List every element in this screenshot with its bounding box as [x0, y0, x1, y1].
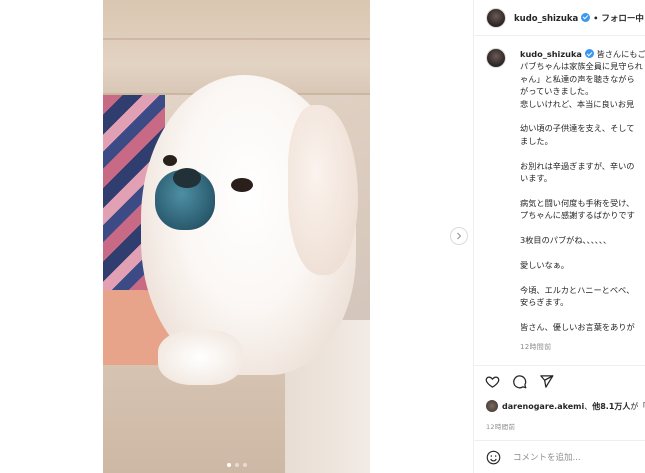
caption-line: ゃん」と私達の声を聴きながら: [520, 73, 635, 84]
caption-line: います。: [520, 173, 552, 184]
separator-dot: •: [593, 13, 599, 23]
likes-suffix: が「: [630, 401, 645, 411]
caption-line: 今頃、エルカとハニーとベベ、: [520, 284, 635, 295]
carousel-indicator: [103, 463, 370, 467]
caption-line: 病気と闘い何度も手術を受け、: [520, 197, 635, 208]
caption-line: 愛しいなぁ。: [520, 259, 569, 270]
caption-line: 3枚目のパブがね、、、、、、: [520, 235, 612, 246]
caption-timestamp: 12時間前: [520, 343, 552, 352]
liker-username[interactable]: darenogare.akemi: [502, 402, 584, 411]
caption-line: 悲しいけれど、本当に良いお見: [520, 98, 635, 109]
add-comment-bar: コメントを追加...: [474, 440, 645, 473]
caption-line: プちゃんに感謝するばかりです: [520, 210, 635, 221]
avatar[interactable]: [486, 7, 506, 28]
likes-count[interactable]: 他8.1万人: [592, 401, 630, 412]
seat-stitch-line: [103, 38, 370, 40]
caption-line: お別れは辛過ぎますが、辛いの: [520, 160, 635, 171]
dog-ear: [288, 105, 358, 275]
post-header: kudo_shizuka • フォロー中: [474, 0, 645, 36]
dog-nose: [173, 168, 201, 188]
verified-badge-icon: [581, 12, 591, 22]
post-timestamp: 12時間前: [486, 423, 516, 431]
share-icon[interactable]: [539, 374, 554, 389]
verified-badge-icon: [584, 49, 594, 58]
avatar[interactable]: [486, 400, 498, 412]
heart-icon[interactable]: [485, 374, 500, 389]
caption-line-text: 皆さんにもご報: [596, 49, 645, 59]
likes-summary: darenogare.akemi、他8.1万人 が「: [486, 400, 645, 412]
caption-line: ました。: [520, 135, 553, 146]
caption-row: kudo_shizuka 皆さんにもご報 パブちゃんは家族全員に見守られ ゃん」…: [486, 48, 645, 354]
instagram-post-view: kudo_shizuka •フォロー中 kudo_shizuka 皆さんにもご報 …: [0, 0, 645, 473]
caption-text: kudo_shizuka 皆さんにもご報 パブちゃんは家族全員に見守られ ゃん」…: [520, 48, 645, 354]
dog-paw: [158, 330, 243, 385]
dog-eye: [163, 155, 177, 166]
carousel-dot-active: [226, 463, 231, 467]
avatar[interactable]: [486, 48, 506, 68]
header-user-block: kudo_shizuka • フォロー中: [514, 12, 644, 24]
caption-line: 幼い頃の子供達を支え、そして: [520, 123, 635, 134]
post-side-panel: kudo_shizuka •フォロー中 kudo_shizuka 皆さんにもご報 …: [473, 0, 645, 473]
caption-line: 皆さん、優しいお言葉をありが: [520, 321, 635, 332]
caption-line: がっていきました。: [520, 86, 594, 97]
caption-line: 安らぎます。: [520, 297, 569, 308]
chevron-right-icon: [457, 232, 462, 240]
comment-input[interactable]: コメントを追加...: [513, 451, 581, 463]
dog-eye: [231, 178, 253, 192]
post-photo[interactable]: [103, 0, 370, 473]
following-button[interactable]: フォロー中: [601, 14, 644, 24]
carousel-dot: [242, 463, 247, 467]
caption-line: kudo_shizuka 皆さんにもご報: [520, 48, 645, 60]
emoji-icon[interactable]: [486, 450, 501, 465]
action-bar: [474, 365, 645, 397]
header-username[interactable]: kudo_shizuka: [514, 14, 578, 24]
carousel-dot: [234, 463, 239, 467]
caption-username[interactable]: kudo_shizuka: [520, 49, 582, 59]
comments-area[interactable]: kudo_shizuka 皆さんにもご報 パブちゃんは家族全員に見守られ ゃん」…: [474, 37, 645, 362]
caption-line: パブちゃんは家族全員に見守られ: [520, 61, 643, 72]
comment-icon[interactable]: [512, 374, 527, 389]
carousel-next-button[interactable]: [450, 227, 468, 245]
